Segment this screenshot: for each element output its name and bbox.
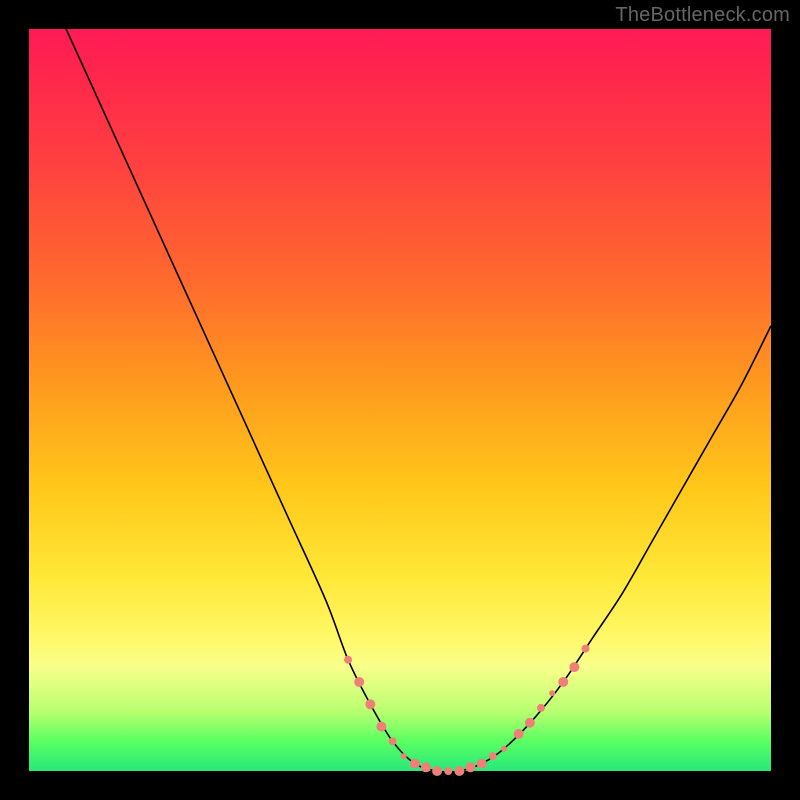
curve-marker [501,746,507,752]
curve-marker [410,759,420,769]
curve-marker [465,762,475,772]
curve-marker [537,704,545,712]
outer-frame: TheBottleneck.com [0,0,800,800]
curve-marker [569,662,579,672]
curve-marker [432,766,442,776]
curve-marker [389,737,397,745]
curve-marker [444,767,452,775]
curve-marker [477,759,487,769]
curve-marker [549,690,555,696]
chart-svg [29,29,771,771]
curve-marker [344,656,352,664]
curve-marker [401,753,407,759]
curve-marker [525,718,535,728]
curve-marker [582,645,590,653]
bottleneck-curve [66,29,771,772]
curve-marker [514,729,524,739]
curve-marker [454,766,464,776]
curve-marker [365,699,375,709]
curve-marker [376,721,386,731]
curve-marker [489,752,497,760]
marker-layer [344,645,589,776]
watermark-text: TheBottleneck.com [615,4,790,27]
curve-marker [558,677,568,687]
curve-marker [354,677,364,687]
curve-marker [421,762,431,772]
plot-area [29,29,771,771]
